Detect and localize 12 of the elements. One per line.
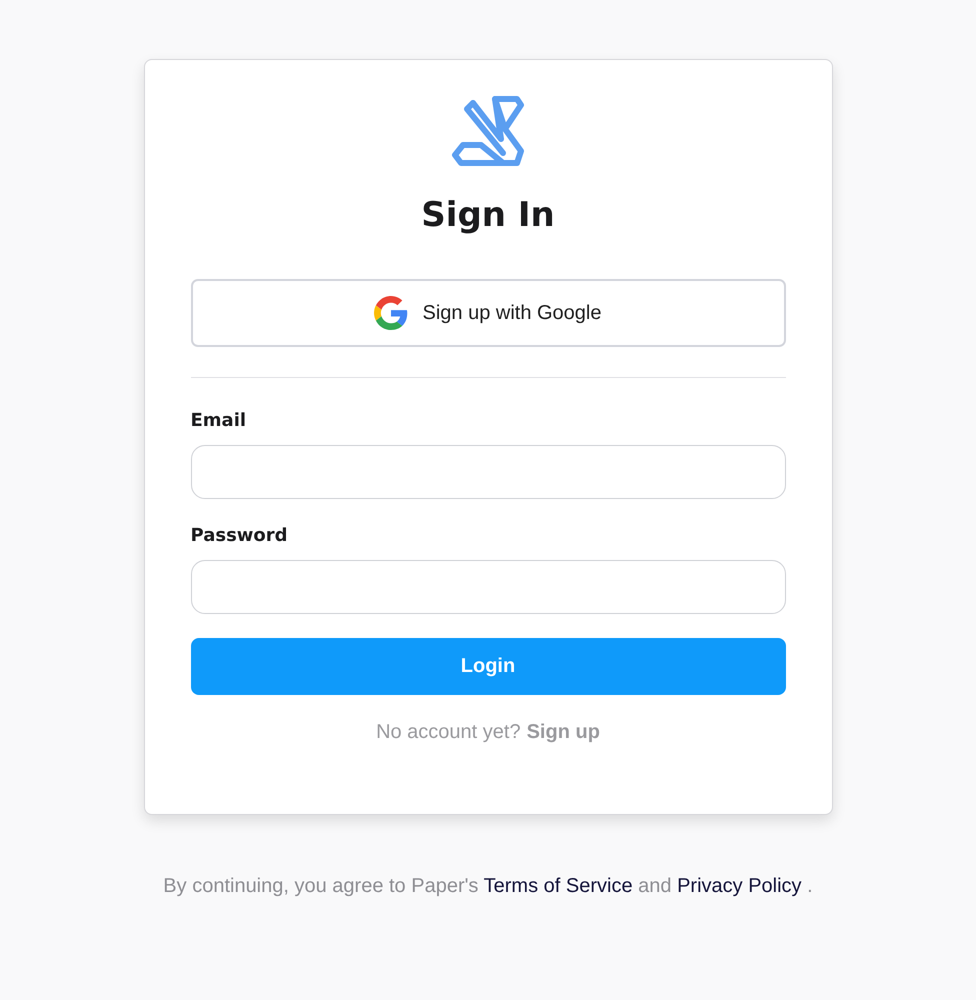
input-field[interactable] xyxy=(190,560,786,614)
policy-link[interactable]: Terms of Service xyxy=(484,875,633,897)
google-sign-up-button[interactable]: Sign up with Google xyxy=(190,279,786,347)
google-icon xyxy=(374,296,408,330)
signup-prompt-text: No account yet? xyxy=(376,721,521,744)
policy-link[interactable]: Privacy Policy xyxy=(677,875,802,897)
page-title: Sign In xyxy=(421,195,555,235)
input-field[interactable] xyxy=(190,445,786,499)
field-label: Password xyxy=(190,525,289,546)
logo-icon xyxy=(451,95,525,169)
field-label: Email xyxy=(190,410,248,431)
terms-notice: By continuing, you agree to Paper's Terms of Service and Privacy Policy . xyxy=(163,875,813,898)
